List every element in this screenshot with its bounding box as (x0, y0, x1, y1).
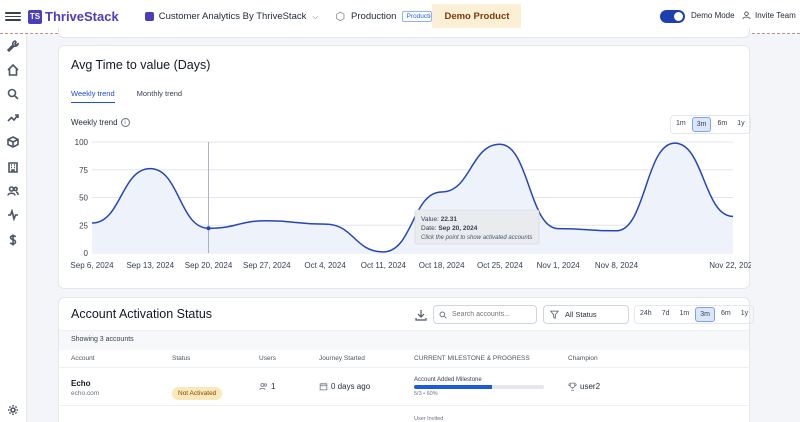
x-tick-label: Sep 6, 2024 (70, 261, 114, 270)
trend-icon[interactable] (6, 111, 20, 125)
account-activation-card: Account Activation Status All Status 24h… (58, 297, 755, 422)
x-tick-label: Oct 25, 2024 (477, 261, 523, 270)
filter-icon (550, 310, 559, 319)
account-domain: echo.com (71, 390, 100, 397)
chevron-down-icon: ⌵ (312, 11, 319, 21)
invite-team-button[interactable]: Invite Team (742, 11, 796, 20)
activation-range-selector: 24h 7d 1m 3m 6m 1y (634, 305, 755, 324)
demo-mode-label: Demo Mode (691, 11, 735, 20)
col-champion: Champion (568, 355, 598, 362)
account-search (433, 305, 537, 324)
logo-mark: TS (28, 9, 42, 24)
y-tick-label: 25 (79, 221, 88, 230)
search-icon[interactable] (6, 87, 20, 101)
data-point[interactable] (206, 226, 211, 231)
x-tick-label: Sep 13, 2024 (126, 261, 174, 270)
weekly-trend-chart[interactable]: 0 25 50 75 100 Sep 6, 2024 Sep 13, 2024 Sep 20,… (59, 46, 751, 290)
status-cell: Not Activated (172, 382, 223, 400)
calendar-icon (319, 382, 328, 391)
status-filter[interactable]: All Status (543, 305, 629, 324)
download-icon[interactable] (415, 309, 427, 321)
x-tick-label: Nov 8, 2024 (595, 261, 639, 270)
series-area (92, 143, 733, 253)
activation-title: Account Activation Status (71, 307, 213, 321)
milestone-cell: Account Added Milestone 5/3 • 60% (414, 377, 544, 397)
brand-logo[interactable]: TS ThriveStack (28, 9, 119, 24)
y-tick-label: 100 (75, 138, 89, 147)
col-users: Users (259, 355, 276, 362)
y-tick-label: 50 (79, 194, 88, 203)
tooltip-hint: Click the point to show activated accoun… (421, 235, 532, 241)
demo-mode-toggle[interactable] (660, 10, 685, 23)
act-range-6m[interactable]: 6m (717, 307, 735, 322)
wrench-icon[interactable] (6, 39, 20, 53)
x-tick-label: Oct 11, 2024 (361, 261, 407, 270)
showing-count: Showing 3 accounts (59, 330, 749, 350)
project-selector[interactable]: Customer Analytics By ThriveStack ⌵ (144, 11, 319, 22)
dollar-icon[interactable] (6, 233, 20, 247)
tooltip-value: Value: 22.31 (421, 216, 457, 223)
x-tick-label: Nov 1, 2024 (537, 261, 581, 270)
table-header: Account Status Users Journey Started CUR… (59, 351, 749, 368)
menu-icon[interactable] (5, 12, 21, 21)
status-filter-value: All Status (565, 310, 597, 319)
next-row-milestone: User Invited (414, 416, 444, 422)
users-cell: 1 (259, 382, 275, 391)
pulse-icon[interactable] (6, 208, 20, 222)
environment-name: Production (351, 11, 397, 22)
users-count: 1 (271, 382, 276, 391)
act-range-1y[interactable]: 1y (737, 307, 752, 322)
user-icon (742, 11, 751, 20)
gear-icon[interactable] (6, 403, 20, 417)
environment-selector[interactable]: ⬡ Production Production (335, 10, 433, 23)
project-name: Customer Analytics By ThriveStack (158, 11, 307, 22)
cube-icon[interactable] (6, 135, 20, 149)
x-tick-label: Nov 22, 2024 (709, 261, 751, 270)
col-journey-started: Journey Started (319, 355, 365, 362)
col-status: Status (172, 355, 191, 362)
status-badge: Not Activated (172, 387, 223, 400)
avg-time-to-value-card: Avg Time to value (Days) Weekly trend Mo… (58, 45, 751, 290)
milestone-progress-text: 5/3 • 60% (414, 391, 438, 397)
journey-started: 0 days ago (331, 382, 371, 391)
act-range-3m[interactable]: 3m (695, 307, 715, 322)
users-icon (259, 383, 267, 390)
champion-name[interactable]: user2 (580, 382, 600, 391)
search-accounts-input[interactable] (452, 311, 532, 318)
journey-cell: 0 days ago (319, 382, 370, 391)
x-tick-label: Oct 18, 2024 (419, 261, 465, 270)
project-icon (144, 12, 154, 21)
act-range-7d[interactable]: 7d (658, 307, 674, 322)
home-icon[interactable] (6, 63, 20, 77)
y-tick-label: 0 (84, 249, 89, 258)
invite-team-label: Invite Team (755, 11, 796, 20)
account-name[interactable]: Echo (71, 379, 99, 388)
milestone-progress-bar (414, 385, 544, 389)
users-icon[interactable] (6, 184, 20, 198)
col-milestone: CURRENT MILESTONE & PROGRESS (414, 355, 530, 362)
milestone-name: Account Added Milestone (414, 377, 482, 383)
previous-card-edge (58, 28, 750, 38)
act-range-24h[interactable]: 24h (636, 307, 656, 322)
x-tick-label: Oct 4, 2024 (304, 261, 346, 270)
col-account: Account (71, 355, 95, 362)
brand-name: ThriveStack (45, 9, 119, 24)
search-icon (439, 311, 447, 319)
x-tick-label: Sep 27, 2024 (243, 261, 291, 270)
tooltip-date: Date: Sep 20, 2024 (421, 225, 478, 232)
building-icon[interactable] (6, 160, 20, 174)
cube-icon: ⬡ (335, 11, 346, 23)
environment-badge: Production (402, 11, 433, 22)
y-tick-label: 75 (79, 166, 88, 175)
act-range-1m[interactable]: 1m (675, 307, 693, 322)
sidebar (0, 34, 27, 422)
demo-product-banner: Demo Product (432, 4, 522, 29)
account-cell: Echo echo.com (71, 379, 99, 397)
table-row[interactable]: Echo echo.com Not Activated 1 0 days ago… (59, 370, 749, 406)
trophy-icon (568, 382, 577, 391)
champion-cell: user2 (568, 382, 600, 391)
milestone-progress-fill (414, 385, 492, 389)
x-tick-label: Sep 20, 2024 (185, 261, 233, 270)
